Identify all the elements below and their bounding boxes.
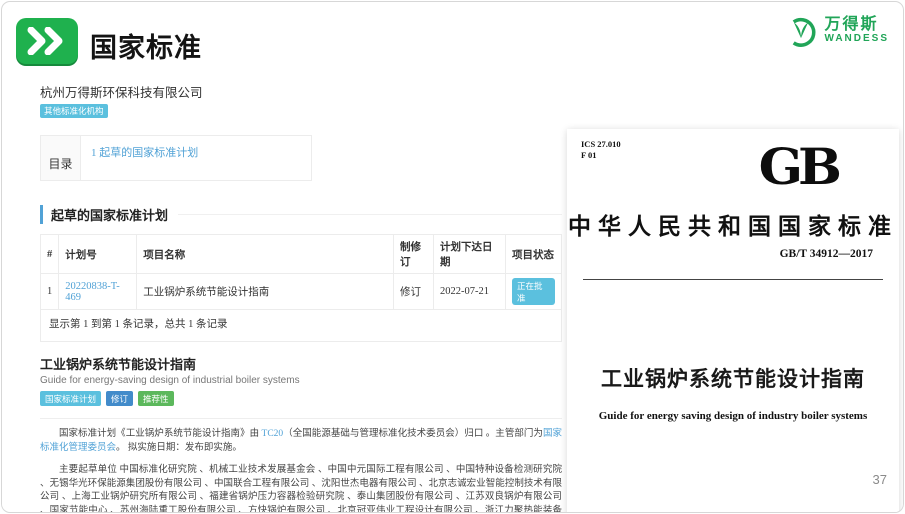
table-row: 1 20220838-T-469 工业锅炉系统节能设计指南 修订 2022-07… <box>41 274 562 310</box>
slide-page-number: 37 <box>873 472 887 487</box>
para1-text: 国家标准计划《工业锅炉系统节能设计指南》由 <box>59 429 262 439</box>
toc-box: 目录 1 起草的国家标准计划 <box>40 135 312 181</box>
company-tag-badge: 其他标准化机构 <box>40 104 108 118</box>
presentation-slide: 国家标准 万得斯 WANDESS 杭州万得斯环保科技有限公司 其他标准化机构 目… <box>1 1 904 513</box>
cover-rule <box>583 279 883 280</box>
paragraph-plan-info: 国家标准计划《工业锅炉系统节能设计指南》由 TC20（全国能源基础与管理标准化技… <box>40 428 562 455</box>
col-project-name: 项目名称 <box>137 235 394 274</box>
col-status: 项目状态 <box>506 235 562 274</box>
badge-recommended: 推荐性 <box>138 391 174 406</box>
cover-doc-title: 工业锅炉系统节能设计指南 <box>567 363 899 393</box>
toc-link-drafted-plans[interactable]: 1 起草的国家标准计划 <box>91 147 198 159</box>
company-name: 杭州万得斯环保科技有限公司 <box>40 82 562 101</box>
toc-label: 目录 <box>41 136 81 180</box>
section-rule <box>178 214 562 215</box>
ics-line1: ICS 27.010 <box>581 139 621 150</box>
standard-badges: 国家标准计划 修订 推荐性 <box>40 391 562 406</box>
brand-name-en: WANDESS <box>824 34 889 45</box>
col-plan-no: 计划号 <box>59 235 137 274</box>
cover-nation-title: 中华人民共和国国家标准 <box>567 207 899 241</box>
divider <box>40 418 562 419</box>
wandess-leaf-icon <box>784 14 818 48</box>
cover-doc-title-en: Guide for energy saving design of indust… <box>567 410 899 422</box>
standard-plan-webpage-capture: 杭州万得斯环保科技有限公司 其他标准化机构 目录 1 起草的国家标准计划 起草的… <box>40 82 562 513</box>
double-chevron-icon <box>16 18 78 64</box>
ics-code: ICS 27.010 F 01 <box>581 139 621 160</box>
cell-revision: 修订 <box>394 274 434 310</box>
col-index: # <box>41 235 59 274</box>
ics-line2: F 01 <box>581 150 621 161</box>
section-title: 起草的国家标准计划 <box>40 205 168 224</box>
standard-title-en: Guide for energy-saving design of indust… <box>40 375 562 386</box>
table-record-summary: 显示第 1 到第 1 条记录，总共 1 条记录 <box>40 310 562 342</box>
badge-national-plan: 国家标准计划 <box>40 391 101 406</box>
brand-logo: 万得斯 WANDESS <box>784 14 889 48</box>
table-header-row: # 计划号 项目名称 制修订 计划下达日期 项目状态 <box>41 235 562 274</box>
para1-text3: 。 拟实施日期：发布即实施。 <box>116 443 242 453</box>
plan-number-link[interactable]: 20220838-T-469 <box>65 281 119 303</box>
badge-revision: 修订 <box>106 391 133 406</box>
gb-standard-cover: ICS 27.010 F 01 GB 中华人民共和国国家标准 GB/T 3491… <box>567 129 899 513</box>
gb-logo: GB <box>759 139 837 197</box>
status-badge: 正在批准 <box>512 278 555 305</box>
col-issue-date: 计划下达日期 <box>434 235 506 274</box>
cell-project-name: 工业锅炉系统节能设计指南 <box>137 274 394 310</box>
tc20-link[interactable]: TC20 <box>262 429 284 439</box>
cover-standard-number: GB/T 34912—2017 <box>780 248 873 260</box>
para1-text2: （全国能源基础与管理标准化技术委员会）归口 。主管部门为 <box>283 429 543 439</box>
col-revision: 制修订 <box>394 235 434 274</box>
standard-plan-table: # 计划号 项目名称 制修订 计划下达日期 项目状态 1 20220838-T-… <box>40 234 562 310</box>
page-title: 国家标准 <box>90 26 202 65</box>
standard-title-cn: 工业锅炉系统节能设计指南 <box>40 354 562 373</box>
cell-issue-date: 2022-07-21 <box>434 274 506 310</box>
brand-name-cn: 万得斯 <box>824 17 889 34</box>
cell-index: 1 <box>41 274 59 310</box>
drafting-units-text: 主要起草单位 中国标准化研究院 、机械工业技术发展基金会 、中国中元国际工程有限… <box>40 465 562 513</box>
paragraph-drafting-units: 主要起草单位 中国标准化研究院 、机械工业技术发展基金会 、中国中元国际工程有限… <box>40 464 562 513</box>
